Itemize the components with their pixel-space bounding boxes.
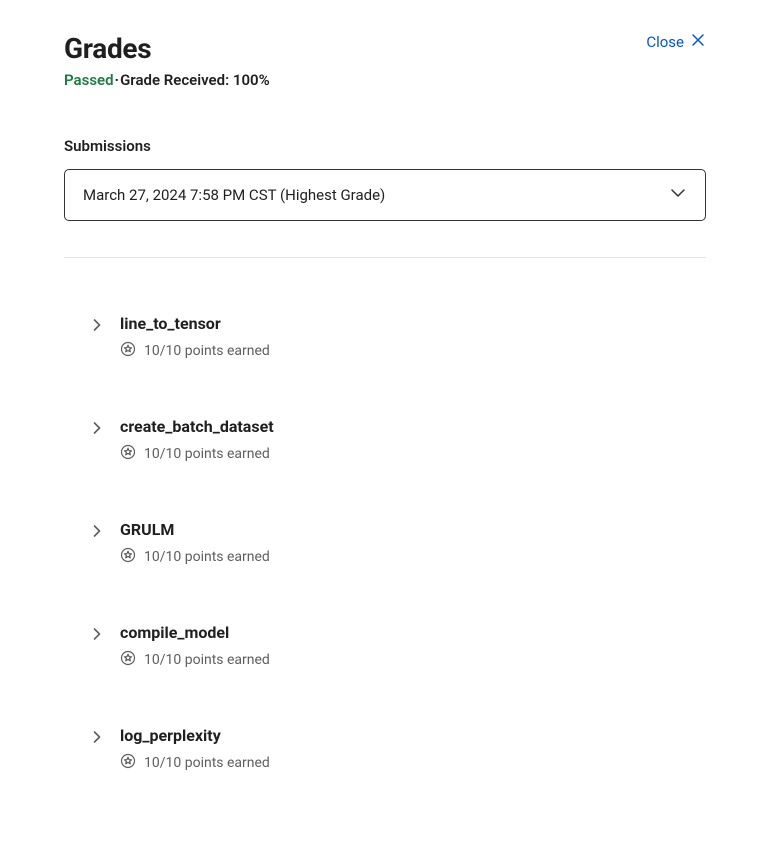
star-badge-icon (120, 753, 136, 773)
chevron-right-icon (90, 626, 104, 645)
points-row: 10/10 points earned (120, 341, 270, 361)
star-badge-icon (120, 444, 136, 464)
chevron-right-icon (90, 317, 104, 336)
submissions-dropdown[interactable]: March 27, 2024 7:58 PM CST (Highest Grad… (64, 169, 706, 221)
star-badge-icon (120, 547, 136, 567)
item-title: create_batch_dataset (120, 417, 274, 436)
points-text: 10/10 points earned (144, 755, 270, 771)
points-row: 10/10 points earned (120, 547, 270, 567)
grade-items-list: line_to_tensor 10/10 points earned creat… (64, 286, 706, 801)
grade-item[interactable]: create_batch_dataset 10/10 points earned (64, 389, 706, 492)
item-content: compile_model 10/10 points earned (120, 623, 270, 670)
item-title: compile_model (120, 623, 270, 642)
grade-item[interactable]: log_perplexity 10/10 points earned (64, 698, 706, 801)
item-content: GRULM 10/10 points earned (120, 520, 270, 567)
points-text: 10/10 points earned (144, 343, 270, 359)
star-badge-icon (120, 341, 136, 361)
dropdown-selected: March 27, 2024 7:58 PM CST (Highest Grad… (83, 186, 385, 204)
item-title: log_perplexity (120, 726, 270, 745)
status-row: Passed·Grade Received: 100% (64, 71, 706, 89)
points-text: 10/10 points earned (144, 549, 270, 565)
chevron-down-icon (669, 184, 687, 206)
grade-item[interactable]: compile_model 10/10 points earned (64, 595, 706, 698)
grade-item[interactable]: GRULM 10/10 points earned (64, 492, 706, 595)
chevron-right-icon (90, 729, 104, 748)
close-icon (690, 32, 706, 52)
status-passed: Passed (64, 71, 114, 89)
item-title: GRULM (120, 520, 270, 539)
header: Grades Close (64, 32, 706, 65)
chevron-right-icon (90, 523, 104, 542)
submissions-label: Submissions (64, 137, 706, 155)
chevron-right-icon (90, 420, 104, 439)
close-label: Close (646, 33, 684, 51)
star-badge-icon (120, 650, 136, 670)
status-grade: Grade Received: 100% (120, 71, 270, 89)
points-text: 10/10 points earned (144, 652, 270, 668)
item-title: line_to_tensor (120, 314, 270, 333)
item-content: line_to_tensor 10/10 points earned (120, 314, 270, 361)
close-button[interactable]: Close (646, 32, 706, 52)
page-title: Grades (64, 32, 151, 65)
item-content: create_batch_dataset 10/10 points earned (120, 417, 274, 464)
points-text: 10/10 points earned (144, 446, 270, 462)
divider (64, 257, 706, 258)
status-separator: · (115, 71, 120, 89)
points-row: 10/10 points earned (120, 753, 270, 773)
points-row: 10/10 points earned (120, 650, 270, 670)
grade-item[interactable]: line_to_tensor 10/10 points earned (64, 286, 706, 389)
item-content: log_perplexity 10/10 points earned (120, 726, 270, 773)
points-row: 10/10 points earned (120, 444, 274, 464)
